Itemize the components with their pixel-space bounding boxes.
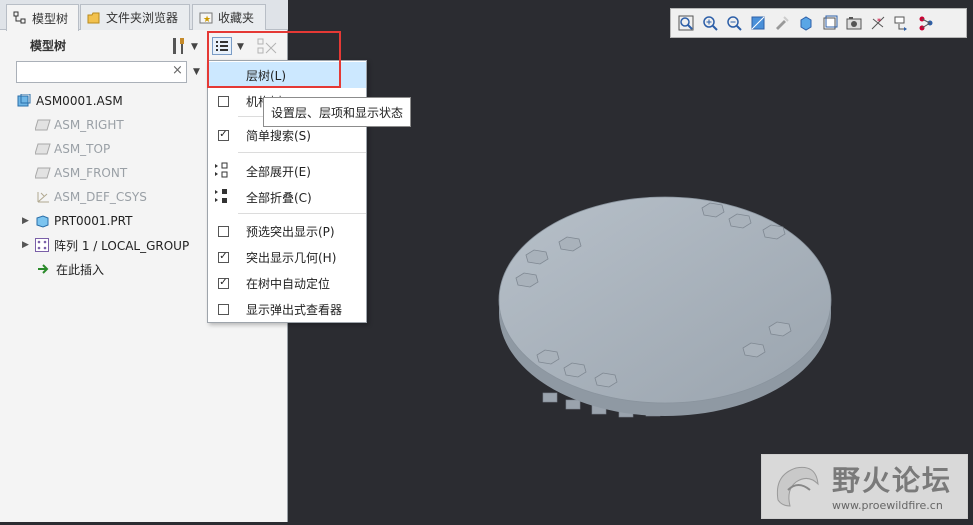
menu-item-highlight-geometry[interactable]: ✓ 突出显示几何(H) bbox=[208, 244, 366, 270]
tree-item-insert-here[interactable]: 在此插入 bbox=[37, 258, 104, 280]
zoom-out-icon[interactable] bbox=[723, 12, 745, 34]
checkbox-checked[interactable]: ✓ bbox=[218, 277, 229, 289]
tree-search-input[interactable] bbox=[16, 61, 187, 83]
repaint-icon[interactable] bbox=[771, 12, 793, 34]
datum-plane-icon bbox=[34, 166, 51, 180]
forum-watermark: 野火论坛 www.proewildfire.cn bbox=[761, 454, 968, 519]
tooltip: 设置层、层项和显示状态 bbox=[263, 97, 411, 127]
checkbox[interactable] bbox=[218, 95, 229, 107]
assembly-icon bbox=[17, 93, 31, 108]
svg-text:★: ★ bbox=[203, 15, 211, 25]
settings-icon[interactable] bbox=[170, 36, 188, 56]
tree-item-prt0001[interactable]: PRT0001.PRT bbox=[35, 210, 132, 232]
menu-item-popup-viewer[interactable]: 显示弹出式查看器 bbox=[208, 296, 366, 322]
watermark-title: 野火论坛 bbox=[832, 464, 953, 497]
menu-item-auto-locate[interactable]: ✓ 在树中自动定位 bbox=[208, 270, 366, 296]
menu-separator bbox=[238, 213, 366, 214]
highlight-annotation-box bbox=[207, 31, 341, 88]
checkbox[interactable] bbox=[218, 303, 229, 315]
csys-icon bbox=[35, 190, 49, 204]
tab-favorites[interactable]: ★ 收藏夹 bbox=[192, 4, 266, 30]
tab-label: 模型树 bbox=[32, 11, 69, 26]
menu-item-collapse-all[interactable]: 全部折叠(C) bbox=[208, 184, 366, 210]
expand-arrow-icon[interactable]: ▶ bbox=[22, 240, 29, 250]
tree-item-asm-top[interactable]: ASM_TOP bbox=[34, 138, 110, 160]
collapse-all-icon bbox=[214, 188, 230, 209]
datum-plane-icon bbox=[34, 118, 51, 132]
menu-separator bbox=[238, 152, 366, 153]
chevron-down-icon[interactable]: ▼ bbox=[191, 42, 198, 52]
view-manager-icon[interactable] bbox=[843, 12, 865, 34]
chevron-down-icon[interactable]: ▼ bbox=[193, 67, 200, 77]
annotation-icon[interactable] bbox=[915, 12, 937, 34]
pattern-icon bbox=[35, 238, 49, 252]
datum-display-icon[interactable]: * bbox=[867, 12, 889, 34]
part-icon bbox=[35, 214, 49, 228]
watermark-url: www.proewildfire.cn bbox=[832, 499, 943, 512]
menu-item-preselect-highlight[interactable]: 预选突出显示(P) bbox=[208, 218, 366, 244]
tree-item-asm0001[interactable]: ASM0001.ASM bbox=[17, 90, 123, 112]
expand-all-icon bbox=[214, 162, 230, 183]
view-toolbar: * bbox=[670, 8, 967, 38]
clear-search-icon[interactable]: × bbox=[172, 63, 183, 78]
tab-label: 收藏夹 bbox=[218, 11, 255, 25]
forum-logo-icon bbox=[768, 460, 824, 514]
checkbox-checked[interactable]: ✓ bbox=[218, 251, 229, 263]
folder-browser-icon bbox=[87, 11, 101, 25]
tree-item-asm-front[interactable]: ASM_FRONT bbox=[34, 162, 127, 184]
insert-here-icon bbox=[37, 262, 51, 276]
checkbox[interactable] bbox=[218, 225, 229, 237]
model-tree-icon bbox=[13, 11, 27, 25]
saved-views-icon[interactable] bbox=[819, 12, 841, 34]
zoom-in-icon[interactable] bbox=[699, 12, 721, 34]
expand-arrow-icon[interactable]: ▶ bbox=[22, 216, 29, 226]
tree-item-asm-def-csys[interactable]: ASM_DEF_CSYS bbox=[35, 186, 147, 208]
svg-text:*: * bbox=[877, 17, 881, 26]
datum-plane-icon bbox=[34, 142, 51, 156]
menu-item-expand-all[interactable]: 全部展开(E) bbox=[208, 158, 366, 184]
graphics-viewport[interactable] bbox=[289, 0, 973, 522]
tab-label: 文件夹浏览器 bbox=[106, 11, 179, 25]
display-style-icon[interactable] bbox=[795, 12, 817, 34]
flange-model bbox=[498, 196, 832, 418]
favorites-icon: ★ bbox=[199, 11, 213, 25]
tree-title: 模型树 bbox=[30, 39, 67, 53]
tree-item-pattern[interactable]: 阵列 1 / LOCAL_GROUP bbox=[35, 234, 189, 256]
spin-center-icon[interactable] bbox=[891, 12, 913, 34]
checkbox-checked[interactable]: ✓ bbox=[218, 129, 229, 141]
tab-folder-browser[interactable]: 文件夹浏览器 bbox=[80, 4, 190, 30]
refit-icon[interactable] bbox=[747, 12, 769, 34]
tab-model-tree[interactable]: 模型树 bbox=[6, 4, 79, 31]
tree-item-asm-right[interactable]: ASM_RIGHT bbox=[34, 114, 124, 136]
zoom-fit-icon[interactable] bbox=[675, 12, 697, 34]
